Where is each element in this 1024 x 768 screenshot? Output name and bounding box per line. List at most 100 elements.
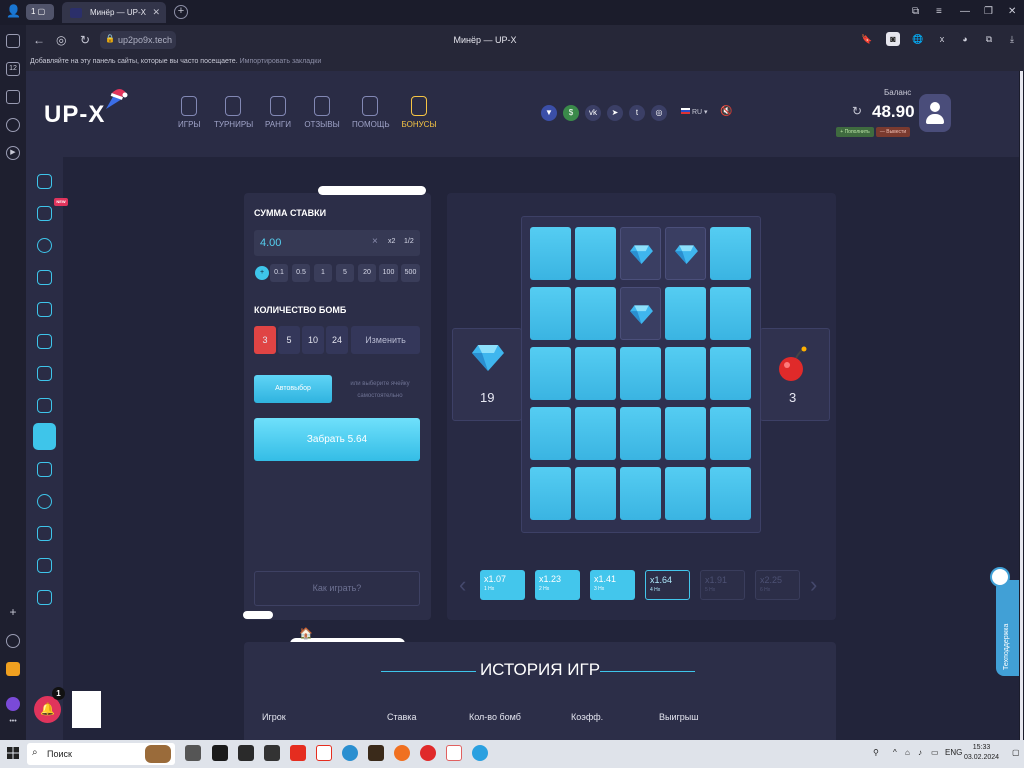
multipliers-prev-arrow[interactable]: ‹ [459, 572, 466, 598]
browser-tab-active[interactable]: Минёр — UP-X ✕ [62, 2, 166, 23]
firefox-icon[interactable] [394, 745, 410, 761]
minimize-icon[interactable]: — [960, 6, 970, 17]
chip-0.5[interactable]: 0.5 [292, 264, 310, 282]
taskbar-clock[interactable]: 15:33 03.02.2024 [964, 743, 999, 763]
tray-user-icon[interactable]: ⚲ [873, 748, 879, 757]
tray-volume-icon[interactable]: ♪ [918, 748, 922, 757]
clear-amount-button[interactable]: × [372, 236, 378, 247]
chip-500[interactable]: 500 [401, 264, 420, 282]
extension-avatar-icon[interactable]: ◕ [958, 32, 972, 46]
mine-cell[interactable] [710, 407, 751, 460]
double-amount-button[interactable]: x2 [388, 238, 395, 245]
close-tab-icon[interactable]: ✕ [152, 7, 160, 18]
sidebar-game-crash-icon[interactable] [37, 174, 52, 189]
nav-ranks[interactable]: РАНГИ [265, 96, 291, 129]
mine-cell[interactable] [665, 347, 706, 400]
extension-globe-icon[interactable]: 🌐 [911, 32, 925, 46]
mine-cell[interactable] [710, 347, 751, 400]
sound-mute-icon[interactable]: 🔇 [720, 106, 732, 117]
sidebar-game-crown-icon[interactable] [37, 302, 52, 317]
pycharm-icon[interactable] [212, 745, 228, 761]
telegram-taskbar-icon[interactable] [472, 745, 488, 761]
sidebar-app2-icon[interactable] [6, 662, 20, 676]
sidebar-game-new-icon[interactable] [37, 206, 52, 221]
badge-icon[interactable]: ▼ [541, 105, 557, 121]
mine-cell[interactable] [665, 287, 706, 340]
nav-reviews[interactable]: ОТЗЫВЫ [304, 96, 340, 129]
notifications-button[interactable]: 🔔 [34, 696, 61, 723]
bombs-option-3[interactable]: 3 [254, 326, 276, 354]
change-bombs-button[interactable]: Изменить [351, 326, 420, 354]
vk-icon[interactable]: vk [585, 105, 601, 121]
mine-cell[interactable] [620, 347, 661, 400]
sidebar-more-icon[interactable]: ••• [6, 716, 20, 730]
telegram-icon[interactable]: ➤ [607, 105, 623, 121]
edge-icon[interactable] [342, 745, 358, 761]
how-to-play-button[interactable]: Как играть? [254, 571, 420, 606]
mine-cell[interactable] [575, 287, 616, 340]
mine-cell[interactable] [530, 467, 571, 520]
page-scrollbar-thumb[interactable] [1020, 71, 1023, 740]
deposit-button[interactable]: + Пополнить [836, 127, 874, 137]
tray-battery-icon[interactable]: ▭ [931, 748, 939, 757]
bombs-option-5[interactable]: 5 [278, 326, 300, 354]
instagram-icon[interactable]: ◎ [651, 105, 667, 121]
mine-cell[interactable] [530, 287, 571, 340]
bombs-option-24[interactable]: 24 [326, 326, 348, 354]
plus-chip-button[interactable]: + [255, 266, 269, 280]
restore-icon[interactable]: ❐ [984, 6, 993, 17]
yandex-icon[interactable] [290, 745, 306, 761]
sidebar-game-rocket-icon[interactable] [37, 526, 52, 541]
sidebar-game-grid-icon[interactable] [37, 558, 52, 573]
user-avatar[interactable] [919, 94, 951, 132]
sidebar-game-case-icon[interactable] [37, 270, 52, 285]
mine-cell[interactable] [620, 467, 661, 520]
mine-cell[interactable] [530, 407, 571, 460]
white-widget[interactable] [72, 691, 101, 728]
profile-icon[interactable]: 👤 [6, 4, 21, 20]
extensions-icon[interactable]: ⧉ [982, 32, 996, 46]
multipliers-next-arrow[interactable]: › [810, 572, 817, 598]
mine-cell[interactable] [575, 227, 616, 280]
sidebar-clock-icon[interactable] [6, 118, 20, 132]
sidebar-camera-icon[interactable] [6, 90, 20, 104]
twitter-icon[interactable]: t [629, 105, 645, 121]
download-icon[interactable]: ⤓ [1005, 32, 1019, 46]
extension-camera-icon[interactable]: ◙ [886, 32, 900, 46]
mine-cell[interactable] [530, 227, 571, 280]
nav-tournaments[interactable]: ТУРНИРЫ [214, 96, 253, 129]
auto-select-button[interactable]: Автовыбор [254, 375, 332, 403]
sidebar-calendar-icon[interactable]: 12 [6, 62, 20, 76]
sidebar-alice-icon[interactable] [6, 697, 20, 711]
mine-cell[interactable] [575, 467, 616, 520]
paint-icon[interactable] [446, 745, 462, 761]
mine-cell[interactable] [665, 467, 706, 520]
site-logo[interactable]: UP-X [44, 89, 128, 129]
mine-cell[interactable] [575, 407, 616, 460]
refresh-balance-icon[interactable]: ↻ [852, 104, 862, 118]
sidebar-copy-icon[interactable] [6, 34, 20, 48]
bombs-option-10[interactable]: 10 [302, 326, 324, 354]
yandex-browser-icon[interactable] [316, 745, 332, 761]
extension-x-icon[interactable]: x [935, 32, 949, 46]
chat-icon[interactable] [990, 567, 1010, 587]
mine-cell[interactable] [530, 347, 571, 400]
dollar-icon[interactable]: $ [563, 105, 579, 121]
sidebar-game-wheel-icon[interactable] [37, 238, 52, 253]
mine-cell[interactable] [710, 287, 751, 340]
sidebar-game-mines-icon[interactable] [33, 423, 56, 450]
ide-icon[interactable] [264, 745, 280, 761]
sidebar-game-cards-icon[interactable] [37, 398, 52, 413]
tab-count-button[interactable]: 1 ▢ [26, 4, 54, 20]
sidebar-play-icon[interactable]: ▶ [6, 146, 20, 160]
tray-chevron-icon[interactable]: ^ [893, 748, 897, 757]
taskview-icon[interactable] [185, 745, 201, 761]
mine-cell[interactable] [710, 467, 751, 520]
chip-100[interactable]: 100 [379, 264, 398, 282]
windows-start-icon[interactable] [7, 747, 19, 759]
bookmark-icon[interactable]: 🔖 [860, 32, 874, 46]
close-window-icon[interactable]: ✕ [1008, 6, 1016, 17]
collect-button[interactable]: Забрать 5.64 [254, 418, 420, 461]
webstorm-icon[interactable] [238, 745, 254, 761]
import-bookmarks-link[interactable]: Импортировать закладки [240, 58, 322, 65]
